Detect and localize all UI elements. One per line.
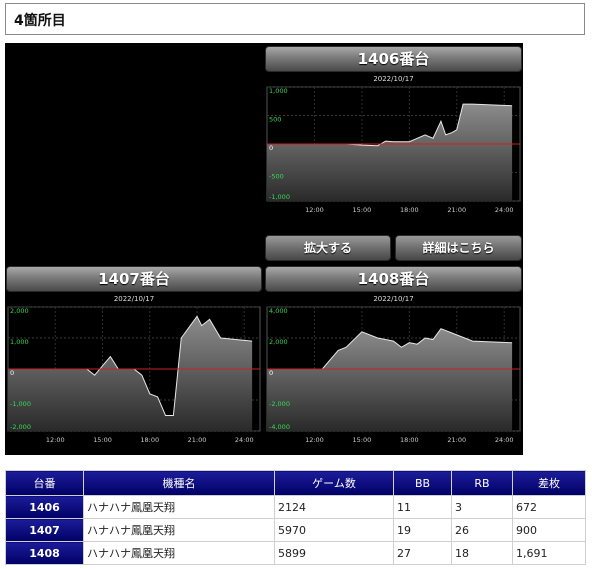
y-tick-label: -4,000	[269, 423, 290, 431]
y-tick-label: -1,000	[10, 400, 31, 408]
chart-dashboard: 1406番台 2022/10/17 1,000 500 0 -500 -1,000 12:…	[5, 43, 523, 455]
table-row[interactable]: 1408 ハナハナ鳳凰天翔 5899 27 18 1,691	[5, 541, 586, 565]
bb-cell: 11	[393, 495, 452, 519]
machine-number-cell[interactable]: 1406	[5, 495, 84, 519]
details-button[interactable]: 詳細はこちら	[395, 235, 522, 261]
col-model-name: 機種名	[83, 470, 275, 496]
machine-number-cell[interactable]: 1408	[5, 541, 84, 565]
col-game-count: ゲーム数	[274, 470, 394, 496]
col-machine-number: 台番	[5, 470, 84, 496]
col-difference: 差枚	[512, 470, 586, 496]
y-tick-label: 1,000	[269, 87, 288, 95]
model-name-cell: ハナハナ鳳凰天翔	[83, 518, 275, 542]
x-tick-label: 21:00	[447, 206, 466, 214]
x-tick-label: 15:00	[353, 436, 372, 444]
chart-1407: 2022/10/17 2,000 1,000 0 -1,000 -2,000 12:00 1…	[6, 295, 262, 453]
rb-cell: 18	[451, 541, 513, 565]
col-bb: BB	[393, 470, 452, 496]
x-tick-label: 24:00	[495, 436, 514, 444]
chart-1406-svg: 1,000 500 0 -500 -1,000 12:00 15:00 18:00 21:00 2…	[266, 86, 521, 214]
x-tick-label: 12:00	[46, 436, 65, 444]
x-tick-label: 12:00	[305, 206, 324, 214]
section-title: 4箇所目	[14, 13, 66, 29]
y-tick-label: -500	[269, 173, 284, 181]
y-tick-label: 0	[10, 369, 14, 377]
game-count-cell: 5899	[274, 541, 394, 565]
machine-1407-header[interactable]: 1407番台	[6, 266, 262, 292]
game-count-cell: 2124	[274, 495, 394, 519]
chart-1406: 2022/10/17 1,000 500 0 -500 -1,000 12:00 15:00…	[265, 75, 522, 223]
x-tick-label: 18:00	[400, 206, 419, 214]
model-name-cell: ハナハナ鳳凰天翔	[83, 541, 275, 565]
bb-cell: 27	[393, 541, 452, 565]
x-tick-label: 18:00	[400, 436, 419, 444]
model-name-cell: ハナハナ鳳凰天翔	[83, 495, 275, 519]
difference-cell: 900	[512, 518, 586, 542]
difference-cell: 672	[512, 495, 586, 519]
chart-1408: 2022/10/17 4,000 2,000 0 -2,000 -4,000 12:00 1…	[265, 295, 522, 453]
x-tick-label: 12:00	[305, 436, 324, 444]
x-tick-label: 21:00	[447, 436, 466, 444]
bb-cell: 19	[393, 518, 452, 542]
y-tick-label: 500	[269, 116, 281, 124]
machine-1406-header[interactable]: 1406番台	[265, 46, 522, 72]
x-tick-label: 24:00	[235, 436, 254, 444]
y-tick-label: 1,000	[10, 338, 29, 346]
chart-1407-svg: 2,000 1,000 0 -1,000 -2,000 12:00 15:00 18:00 21…	[7, 306, 261, 444]
machine-data-table: 台番 機種名 ゲーム数 BB RB 差枚 1406 ハナハナ鳳凰天翔 2124 …	[5, 470, 586, 565]
y-tick-label: -1,000	[269, 193, 290, 201]
rb-cell: 26	[451, 518, 513, 542]
y-tick-label: 0	[269, 369, 273, 377]
y-tick-label: 2,000	[10, 307, 29, 315]
y-tick-label: 0	[269, 144, 273, 152]
table-row[interactable]: 1407 ハナハナ鳳凰天翔 5970 19 26 900	[5, 518, 586, 542]
game-count-cell: 5970	[274, 518, 394, 542]
x-tick-label: 15:00	[93, 436, 112, 444]
y-tick-label: -2,000	[10, 423, 31, 431]
zoom-button[interactable]: 拡大する	[265, 235, 391, 261]
y-tick-label: 4,000	[269, 307, 288, 315]
chart-1408-svg: 4,000 2,000 0 -2,000 -4,000 12:00 15:00 18:00 21…	[266, 306, 521, 444]
y-tick-label: 2,000	[269, 338, 288, 346]
x-tick-label: 15:00	[353, 206, 372, 214]
machine-number-cell[interactable]: 1407	[5, 518, 84, 542]
table-header-row: 台番 機種名 ゲーム数 BB RB 差枚	[5, 470, 586, 496]
y-tick-label: -2,000	[269, 400, 290, 408]
x-tick-label: 24:00	[495, 206, 514, 214]
col-rb: RB	[451, 470, 513, 496]
machine-1408-header[interactable]: 1408番台	[265, 266, 522, 292]
rb-cell: 3	[451, 495, 513, 519]
section-header: 4箇所目	[5, 3, 585, 35]
x-tick-label: 18:00	[140, 436, 159, 444]
x-tick-label: 21:00	[188, 436, 207, 444]
difference-cell: 1,691	[512, 541, 586, 565]
table-row[interactable]: 1406 ハナハナ鳳凰天翔 2124 11 3 672	[5, 495, 586, 519]
